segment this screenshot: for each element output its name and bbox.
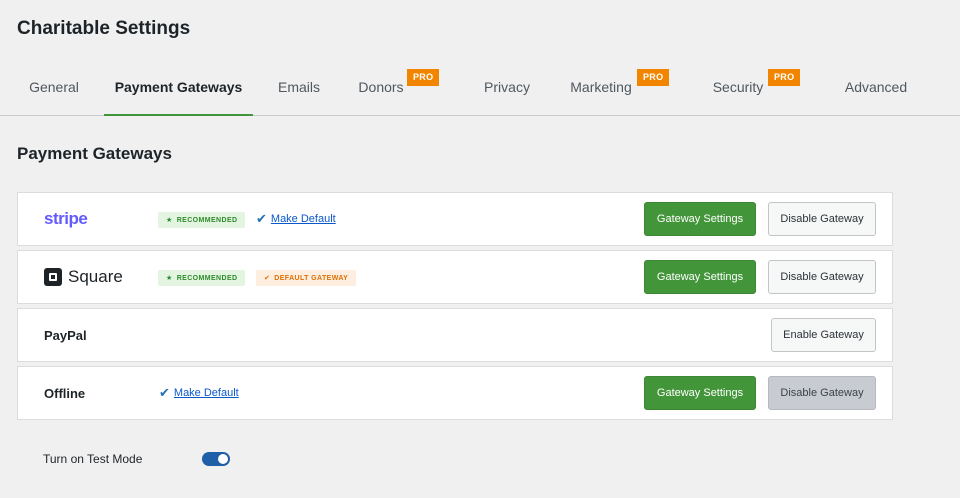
tab-security[interactable]: Security [703,58,773,115]
section-title: Payment Gateways [17,144,172,163]
toggle-knob [218,454,228,464]
gateway-row-offline: Offline ✔ Make Default Gateway Settings … [17,366,893,420]
test-mode-toggle[interactable] [202,452,230,466]
make-default-link[interactable]: ✔ Make Default [256,193,336,245]
tab-privacy[interactable]: Privacy [474,58,540,115]
disable-gateway-button[interactable]: Disable Gateway [768,202,876,236]
gateway-row-square: Square ★ RECOMMENDED ✔ DEFAULT GATEWAY G… [17,250,893,304]
settings-tabs: General Payment Gateways Emails Donors P… [0,58,960,116]
make-default-label: Make Default [173,387,239,399]
gateway-settings-button[interactable]: Gateway Settings [644,202,756,236]
tab-emails[interactable]: Emails [268,58,330,115]
tab-marketing[interactable]: Marketing [562,58,640,115]
tab-label: Advanced [844,78,908,95]
badge-label: DEFAULT GATEWAY [274,274,349,282]
tab-payment-gateways[interactable]: Payment Gateways [104,58,253,116]
make-default-link[interactable]: ✔ Make Default [159,367,239,419]
pro-badge: PRO [407,69,440,86]
pro-badge: PRO [637,69,670,86]
test-mode-label: Turn on Test Mode [43,452,143,466]
disable-gateway-button[interactable]: Disable Gateway [768,260,876,294]
tab-donors[interactable]: Donors [350,58,412,115]
star-icon: ★ [166,275,173,282]
badge-label: RECOMMENDED [176,274,238,282]
checkmark-icon: ✔ [264,275,271,282]
recommended-badge: ★ RECOMMENDED [158,270,246,286]
pro-badge: PRO [768,69,801,86]
tab-label: Emails [277,78,320,95]
gateway-name: Square [68,267,123,286]
star-icon: ★ [166,217,173,224]
square-logo: Square [44,251,123,303]
tab-label: Donors [358,78,404,95]
checkmark-icon: ✔ [159,385,170,400]
tab-general[interactable]: General [18,58,90,115]
default-gateway-badge: ✔ DEFAULT GATEWAY [256,270,357,286]
gateway-row-paypal: PayPal Enable Gateway [17,308,893,362]
page-title: Charitable Settings [17,18,191,39]
gateway-row-stripe: stripe ★ RECOMMENDED ✔ Make Default Gate… [17,192,893,246]
disable-gateway-button[interactable]: Disable Gateway [768,376,876,410]
gateway-settings-button[interactable]: Gateway Settings [644,260,756,294]
tab-label: Security [712,78,764,95]
gateway-name: PayPal [44,327,87,343]
gateway-name: stripe [44,209,88,228]
badge-label: RECOMMENDED [176,216,238,224]
make-default-label: Make Default [270,213,336,225]
checkmark-icon: ✔ [256,211,267,226]
tab-label: Privacy [484,78,530,95]
tab-advanced[interactable]: Advanced [836,58,916,115]
tab-label: Marketing [570,78,632,95]
tab-label: General [29,78,79,95]
enable-gateway-button[interactable]: Enable Gateway [771,318,876,352]
gateway-settings-button[interactable]: Gateway Settings [644,376,756,410]
square-icon [44,268,62,286]
recommended-badge: ★ RECOMMENDED [158,212,246,228]
stripe-logo: stripe [44,193,88,245]
gateway-name: Offline [44,385,86,401]
tab-label: Payment Gateways [114,78,243,95]
